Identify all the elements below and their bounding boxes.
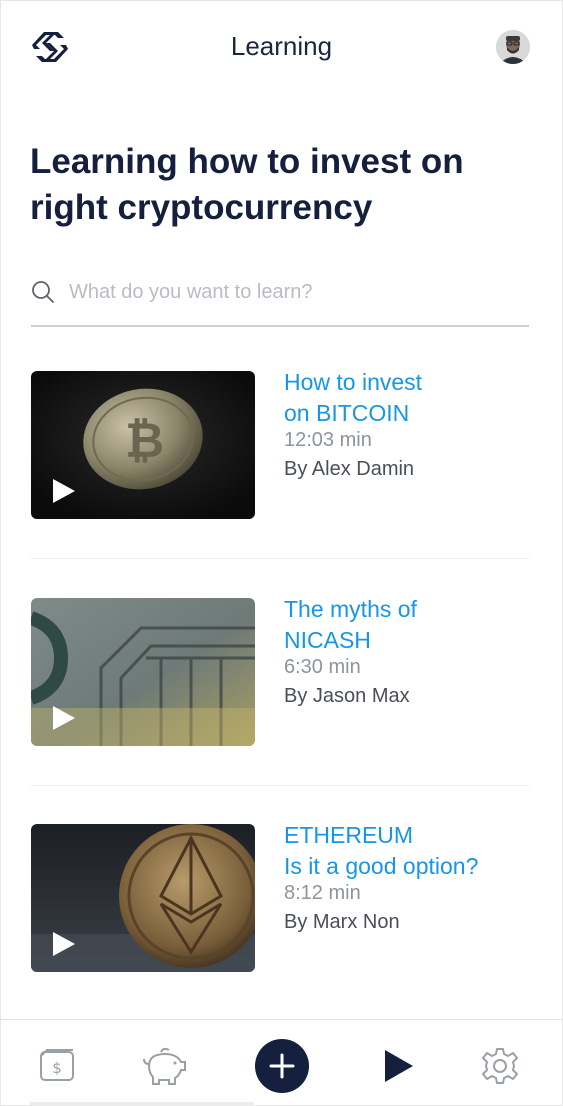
course-title-line: on BITCOIN: [284, 400, 410, 426]
play-icon[interactable]: [49, 477, 77, 505]
course-title-line: Is it a good option?: [284, 853, 479, 879]
course-duration: 8:12 min: [284, 882, 361, 904]
divider: [31, 785, 529, 786]
app-screen: Learning Learning how to invest on right…: [0, 0, 563, 1106]
course-title: The myths of NICASH: [284, 594, 529, 656]
course-title-line: ETHEREUM: [284, 822, 414, 848]
course-duration: 12:03 min: [284, 429, 372, 451]
course-card-ethereum[interactable]: ETHEREUM Is it a good option? 8:12 min B…: [31, 822, 529, 972]
course-author: By Marx Non: [284, 911, 400, 933]
avatar-photo: [496, 30, 530, 64]
course-author: By Jason Max: [284, 685, 410, 707]
banknote-image: [31, 598, 255, 746]
divider: [31, 558, 529, 559]
page-title: Learning how to invest on right cryptocu…: [30, 142, 464, 227]
course-title-line: NICASH: [284, 627, 371, 653]
course-card-nicash[interactable]: The myths of NICASH 6:30 min By Jason Ma…: [31, 596, 529, 746]
bottom-nav: $: [1, 1019, 562, 1105]
bitcoin-coin-image: ₿: [31, 371, 255, 519]
play-icon: [385, 1050, 413, 1082]
search-input[interactable]: [67, 275, 511, 309]
user-avatar[interactable]: [496, 30, 530, 64]
course-duration: 6:30 min: [284, 656, 361, 678]
course-card-bitcoin[interactable]: ₿ How to invest on BITCOIN 12:03 min By …: [31, 369, 529, 519]
header-title: Learning: [230, 31, 333, 61]
svg-text:$: $: [52, 1059, 62, 1077]
nav-savings[interactable]: [137, 1038, 193, 1094]
nav-wallet[interactable]: $: [29, 1038, 85, 1094]
wallet-icon: $: [40, 1049, 74, 1081]
nav-settings[interactable]: [472, 1038, 528, 1094]
add-icon: [255, 1039, 309, 1093]
course-title: ETHEREUM Is it a good option?: [284, 820, 529, 882]
search-bar: [31, 271, 529, 327]
play-icon[interactable]: [49, 704, 77, 732]
nav-learning[interactable]: [369, 1038, 425, 1094]
course-title-line: The myths of: [284, 596, 417, 622]
nav-add-button[interactable]: [254, 1038, 310, 1094]
settings-icon: [482, 1048, 518, 1084]
ethereum-coin-image: [31, 824, 255, 972]
piggy-bank-icon: [143, 1047, 186, 1085]
course-author: By Alex Damin: [284, 458, 415, 480]
course-title-line: How to invest: [284, 369, 423, 395]
course-title: How to invest on BITCOIN: [284, 367, 529, 429]
search-icon: [32, 281, 54, 303]
scroll-peek-card: [30, 1102, 254, 1106]
play-icon[interactable]: [49, 930, 77, 958]
svg-text:₿: ₿: [125, 413, 164, 469]
